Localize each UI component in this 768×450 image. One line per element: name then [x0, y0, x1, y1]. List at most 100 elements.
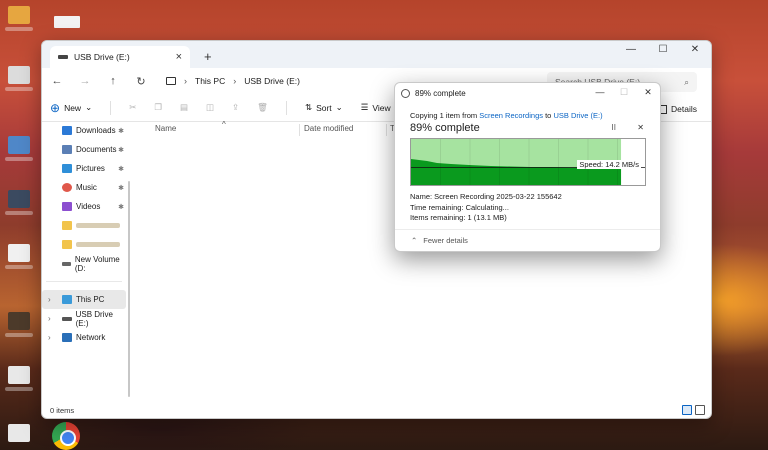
delete-button[interactable]: 🗑︎: [257, 102, 268, 113]
desktop-icon[interactable]: [4, 366, 34, 391]
pin-icon: ✱: [118, 127, 124, 135]
dialog-window-controls: — ☐ ✕: [588, 83, 660, 101]
maximize-button[interactable]: ☐: [647, 41, 679, 61]
dialog-maximize-button[interactable]: ☐: [612, 83, 636, 101]
column-header-date-modified[interactable]: Date modified: [304, 124, 353, 133]
chevron-right-icon[interactable]: ›: [48, 314, 51, 323]
sidebar-item-downloads[interactable]: Downloads ✱: [42, 121, 126, 140]
column-divider[interactable]: [299, 124, 300, 136]
chrome-icon[interactable]: [52, 422, 80, 450]
divider: [46, 281, 122, 282]
copy-button[interactable]: ❐: [154, 102, 162, 113]
desktop-icon[interactable]: [4, 312, 34, 337]
folder-icon: [62, 240, 72, 249]
sort-caret-icon: ^: [222, 120, 226, 129]
sidebar-scrollbar[interactable]: [128, 181, 130, 397]
copy-mid: to: [543, 111, 554, 120]
title-bar: USB Drive (E:) × + — ☐ ✕: [42, 41, 711, 68]
items-remaining-line: Items remaining: 1 (13.1 MB): [410, 213, 507, 222]
transfer-graph: Speed: 14.2 MB/s: [410, 138, 646, 186]
pictures-icon: [62, 164, 72, 173]
close-button[interactable]: ✕: [679, 41, 711, 61]
sidebar-item-label: Downloads: [76, 126, 116, 135]
sidebar-item-pictures[interactable]: Pictures ✱: [42, 159, 126, 178]
tab-title: USB Drive (E:): [74, 52, 130, 62]
sidebar-item-this-pc[interactable]: › This PC: [42, 290, 126, 309]
cut-button[interactable]: ✂: [129, 102, 136, 113]
sidebar-item-label: Network: [76, 333, 106, 342]
status-bar: 0 items: [42, 402, 711, 418]
pin-icon: ✱: [118, 146, 124, 154]
chevron-up-icon: ⌃: [411, 236, 418, 245]
tab-usb-drive[interactable]: USB Drive (E:) ×: [50, 46, 190, 68]
back-button[interactable]: ←: [50, 75, 64, 87]
sidebar-item-new-volume[interactable]: New Volume (D:: [42, 254, 126, 273]
desktop-icon[interactable]: [4, 136, 34, 161]
details-view-button[interactable]: [682, 405, 692, 415]
paste-icon: ▤: [179, 102, 188, 112]
pause-button[interactable]: II: [612, 123, 616, 132]
sidebar-item-folder[interactable]: [42, 216, 126, 235]
desktop-icon[interactable]: [54, 16, 80, 28]
this-pc-icon: [62, 295, 72, 304]
fewer-details-toggle[interactable]: ⌃ Fewer details: [395, 229, 660, 251]
share-button[interactable]: ⇪: [232, 102, 239, 113]
desktop-icon[interactable]: [4, 244, 34, 269]
close-tab-icon[interactable]: ×: [176, 51, 182, 63]
divider: [285, 100, 287, 115]
speed-label: Speed: 14.2 MB/s: [577, 160, 641, 169]
copy-progress-dialog: 89% complete — ☐ ✕ Copying 1 item from S…: [394, 82, 661, 252]
sort-icon: ⇅: [304, 102, 313, 112]
sidebar-item-label: Pictures: [76, 164, 105, 173]
plus-icon: ⊕: [50, 100, 61, 115]
sidebar-item-usb-drive[interactable]: › USB Drive (E:): [42, 309, 126, 328]
desktop-icon[interactable]: [4, 66, 34, 91]
sidebar-item-music[interactable]: Music ✱: [42, 178, 126, 197]
desktop-icon[interactable]: [4, 6, 34, 31]
share-icon: ⇪: [232, 102, 240, 112]
chevron-right-icon: ›: [233, 76, 237, 86]
dialog-close-button[interactable]: ✕: [636, 83, 660, 101]
pin-icon: ✱: [118, 184, 124, 192]
column-divider[interactable]: [386, 124, 387, 136]
cancel-button[interactable]: ✕: [637, 123, 644, 132]
chevron-right-icon[interactable]: ›: [48, 295, 51, 304]
sidebar-item-folder[interactable]: [42, 235, 126, 254]
chevron-right-icon[interactable]: ›: [48, 333, 51, 342]
file-name-line: Name: Screen Recording 2025-03-22 155642: [410, 192, 562, 201]
destination-link[interactable]: USB Drive (E:): [553, 111, 602, 120]
up-button[interactable]: ↑: [106, 75, 120, 87]
rename-button[interactable]: ◫: [206, 102, 214, 113]
column-header-name[interactable]: Name: [155, 124, 176, 133]
sidebar-item-documents[interactable]: Documents ✱: [42, 140, 126, 159]
view-label: View: [372, 102, 391, 113]
new-button[interactable]: ⊕ New ⌄: [50, 101, 92, 115]
minimize-button[interactable]: —: [615, 41, 647, 61]
forward-button[interactable]: →: [78, 75, 92, 87]
chevron-right-icon: ›: [184, 76, 187, 86]
progress-clock-icon: [401, 88, 410, 98]
paste-button[interactable]: ▤: [180, 102, 188, 113]
details-button[interactable]: Details: [658, 104, 697, 114]
breadcrumb-usb-drive[interactable]: USB Drive (E:): [244, 76, 300, 86]
desktop-icon[interactable]: [4, 424, 34, 442]
item-count: 0 items: [50, 405, 75, 415]
sidebar-item-network[interactable]: › Network: [42, 328, 126, 347]
tiles-view-button[interactable]: [695, 405, 705, 415]
dialog-title: 89% complete: [415, 88, 466, 98]
sort-button[interactable]: ⇅ Sort ⌄: [305, 102, 343, 113]
desktop-icon[interactable]: [4, 190, 34, 215]
window-controls: — ☐ ✕: [615, 41, 711, 61]
sidebar-item-videos[interactable]: Videos ✱: [42, 197, 126, 216]
new-tab-button[interactable]: +: [204, 49, 212, 64]
progress-heading: 89% complete: [410, 122, 480, 134]
sidebar-item-label: New Volume (D:: [74, 254, 120, 273]
dialog-minimize-button[interactable]: —: [588, 83, 612, 101]
source-link[interactable]: Screen Recordings: [479, 111, 543, 120]
documents-icon: [62, 145, 72, 154]
refresh-button[interactable]: ↻: [134, 75, 148, 88]
sidebar-item-label: USB Drive (E:): [75, 309, 113, 328]
folder-icon: [62, 221, 72, 230]
breadcrumb-this-pc[interactable]: This PC: [195, 76, 225, 86]
delete-icon: 🗑︎: [257, 102, 268, 112]
